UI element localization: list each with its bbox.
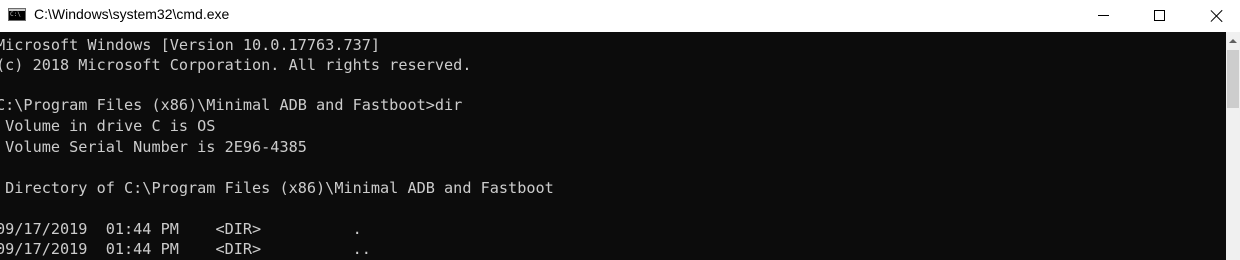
close-icon: [1210, 9, 1224, 23]
scroll-up-button[interactable]: [1226, 32, 1240, 49]
window-title: C:\Windows\system32\cmd.exe: [34, 6, 230, 22]
chevron-up-icon: [1229, 38, 1237, 43]
minimize-button[interactable]: [1080, 0, 1126, 31]
vertical-scrollbar[interactable]: [1226, 32, 1240, 260]
console-line: 09/17/2019 01:44 PM <DIR> .: [0, 220, 362, 238]
maximize-button[interactable]: [1136, 0, 1182, 31]
cmd-icon[interactable]: C:\: [8, 8, 26, 21]
maximize-icon: [1153, 10, 1165, 21]
scroll-thumb[interactable]: [1227, 50, 1239, 108]
console-line: Microsoft Windows [Version 10.0.17763.73…: [0, 36, 381, 54]
close-button[interactable]: [1194, 0, 1240, 31]
console-output[interactable]: Microsoft Windows [Version 10.0.17763.73…: [0, 32, 1226, 260]
minimize-icon: [1097, 15, 1109, 16]
cmd-window: C:\ C:\Windows\system32\cmd.exe Microsof…: [0, 0, 1240, 260]
title-bar[interactable]: C:\ C:\Windows\system32\cmd.exe: [0, 0, 1240, 31]
console-line: 09/17/2019 01:44 PM <DIR> ..: [0, 240, 371, 258]
cmd-icon-text: C:\: [10, 11, 21, 18]
console-line: (c) 2018 Microsoft Corporation. All righ…: [0, 56, 472, 74]
console-line: Volume Serial Number is 2E96-4385: [0, 138, 307, 156]
console-line: Directory of C:\Program Files (x86)\Mini…: [0, 179, 554, 197]
console-line: C:\Program Files (x86)\Minimal ADB and F…: [0, 96, 463, 114]
console-line: Volume in drive C is OS: [0, 117, 216, 135]
